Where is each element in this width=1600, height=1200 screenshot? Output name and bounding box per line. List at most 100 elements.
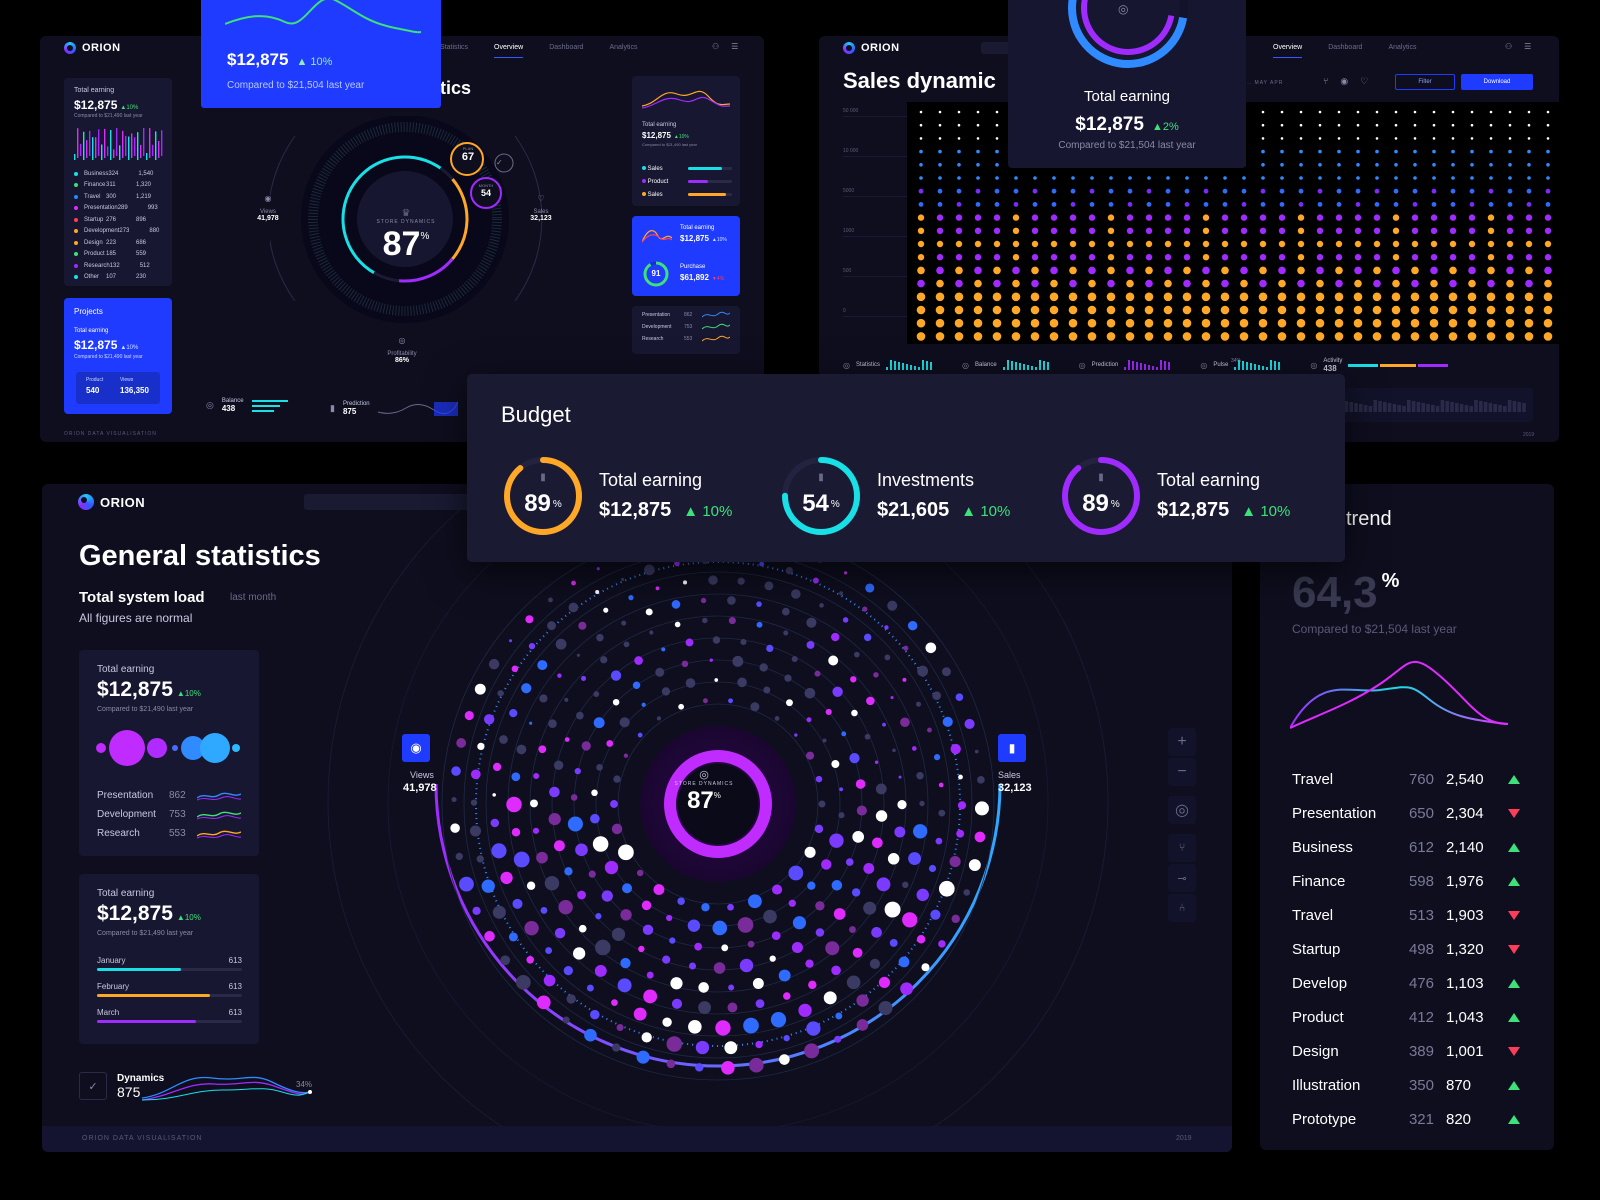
trend-row[interactable]: Travel 513 1,903 [1292,898,1528,932]
budget-item[interactable]: ▮ 89% Total earning $12,875 ▲ 10% [1059,454,1290,538]
timeline-strip[interactable] [1329,388,1533,422]
float-earning-title: Total earning [1084,88,1170,105]
filter-button[interactable]: Filter [1395,74,1455,90]
tab-overview[interactable]: Overview [1273,44,1303,58]
radial-dot [898,956,910,968]
commit-button[interactable]: ⊸ [1168,864,1196,892]
category-row[interactable]: Development 273 880 [74,226,166,238]
category-row[interactable]: Design 223 686 [74,237,166,249]
blue-card-wave [225,0,421,34]
month-selector[interactable]: ... MAY APR [1245,80,1283,86]
tab-analytics[interactable]: Analytics [609,44,637,58]
trend-row[interactable]: Product 412 1,043 [1292,1000,1528,1034]
trend-count: 598 [1408,872,1434,890]
list-item[interactable]: Research 553 [97,824,242,843]
tab-overview[interactable]: Overview [494,44,524,58]
settings-icon[interactable]: ☰ [1524,42,1531,51]
stat-item[interactable]: ◎ Statistics [843,360,936,370]
zoom-in-button[interactable]: + [1168,728,1196,756]
trend-row[interactable]: Develop 476 1,103 [1292,966,1528,1000]
period-label[interactable]: last month [230,592,276,603]
radial-dot [576,711,584,720]
timeline-bar [1411,401,1416,412]
trend-row[interactable]: Illustration 350 870 [1292,1068,1528,1102]
settings-icon[interactable]: ☰ [731,42,738,51]
list-item[interactable]: Development 753 [97,805,242,824]
mini-list-item[interactable]: Development 753 [642,323,732,331]
trend-row[interactable]: Prototype 321 820 [1292,1102,1528,1136]
tab-dashboard[interactable]: Dashboard [1328,44,1362,58]
stat-item[interactable]: ◎ Balance [962,360,1053,370]
check-circle-icon[interactable]: ✓ [79,1072,107,1100]
eye-button[interactable]: ◉ [402,734,430,762]
brand-logo[interactable]: ORION [64,42,121,54]
category-row[interactable]: Finance 311 1,320 [74,180,166,192]
category-row[interactable]: Other 107 230 [74,272,166,284]
tab-dashboard[interactable]: Dashboard [549,44,583,58]
category-name: Design [84,239,103,246]
heart-icon[interactable]: ♡ [526,194,556,203]
category-row[interactable]: Presentation 289 993 [74,203,166,215]
trend-row[interactable]: Finance 598 1,976 [1292,864,1528,898]
trend-row[interactable]: Design 389 1,001 [1292,1034,1528,1068]
radial-dot [930,909,941,920]
dot-mark [1296,305,1306,315]
timeline-bar [1431,405,1435,412]
check-icon[interactable]: ✓ [496,158,503,167]
user-icon[interactable]: ⚇ [712,42,719,51]
download-button[interactable]: Download [1461,74,1533,90]
stat-item[interactable]: ◎ Activity 438 [1310,358,1449,373]
dot-mark [1069,279,1077,288]
brand-logo-3[interactable]: ORION [78,494,145,510]
stat-item[interactable]: ◎ Prediction [1079,360,1175,370]
balance-icon: ◎ [206,400,214,410]
user-icon[interactable]: ⚇ [1505,42,1512,51]
branch-button[interactable]: ⑂ [1168,834,1196,862]
brand-logo-2[interactable]: ORION [843,42,900,54]
radial-dot [865,583,875,593]
list-item[interactable]: Presentation 862 [97,786,242,805]
month-row[interactable]: March 613 [97,1008,242,1023]
month-row[interactable]: January 613 [97,956,242,971]
trend-row[interactable]: Startup 498 1,320 [1292,932,1528,966]
radial-dot [492,905,506,919]
trend-row[interactable]: Travel 760 2,540 [1292,762,1528,796]
sales-button[interactable]: ▮ [998,734,1026,762]
dot-mark [1278,266,1286,275]
month-row[interactable]: February 613 [97,982,242,997]
dot-mark [1317,202,1323,207]
radial-dot [902,677,907,682]
zoom-out-button[interactable]: − [1168,758,1196,786]
dot-mark [1088,227,1096,234]
heart-icon[interactable]: ♡ [1360,76,1368,87]
tab-analytics[interactable]: Analytics [1388,44,1416,58]
category-row[interactable]: Startup 276 896 [74,214,166,226]
category-row[interactable]: Research 132 512 [74,260,166,272]
category-name: Business [84,170,109,177]
dot-mark [1031,254,1039,261]
trend-total: 2,140 [1446,838,1484,856]
eye-icon[interactable]: ◉ [254,194,282,203]
stat-item[interactable]: ◎ Pulse [1200,360,1284,370]
eye-icon[interactable]: ◉ [1340,76,1348,87]
radial-dot [578,924,587,933]
mini-list-item[interactable]: Research 553 [642,335,732,343]
tab-statistics[interactable]: Statistics [440,44,468,58]
branch-icon[interactable]: ⑂ [1323,76,1328,87]
radial-dot [666,1036,683,1052]
budget-item[interactable]: ▮ 89% Total earning $12,875 ▲ 10% [501,454,732,538]
budget-item[interactable]: ▮ 54% Investments $21,605 ▲ 10% [779,454,1010,538]
trend-row[interactable]: Presentation 650 2,304 [1292,796,1528,830]
search-input[interactable] [304,494,484,510]
merge-button[interactable]: ⑃ [1168,894,1196,922]
category-row[interactable]: Business 324 1,540 [74,168,166,180]
category-row[interactable]: Travel 300 1,219 [74,191,166,203]
radial-dot [662,955,671,964]
radial-dot [878,976,891,989]
category-row[interactable]: Product 185 559 [74,249,166,261]
trend-row[interactable]: Business 612 2,140 [1292,830,1528,864]
target-button[interactable]: ◎ [1168,796,1196,824]
trend-total: 870 [1446,1076,1472,1094]
mini-list-item[interactable]: Presentation 862 [642,311,732,319]
dot-mark [1201,332,1211,341]
